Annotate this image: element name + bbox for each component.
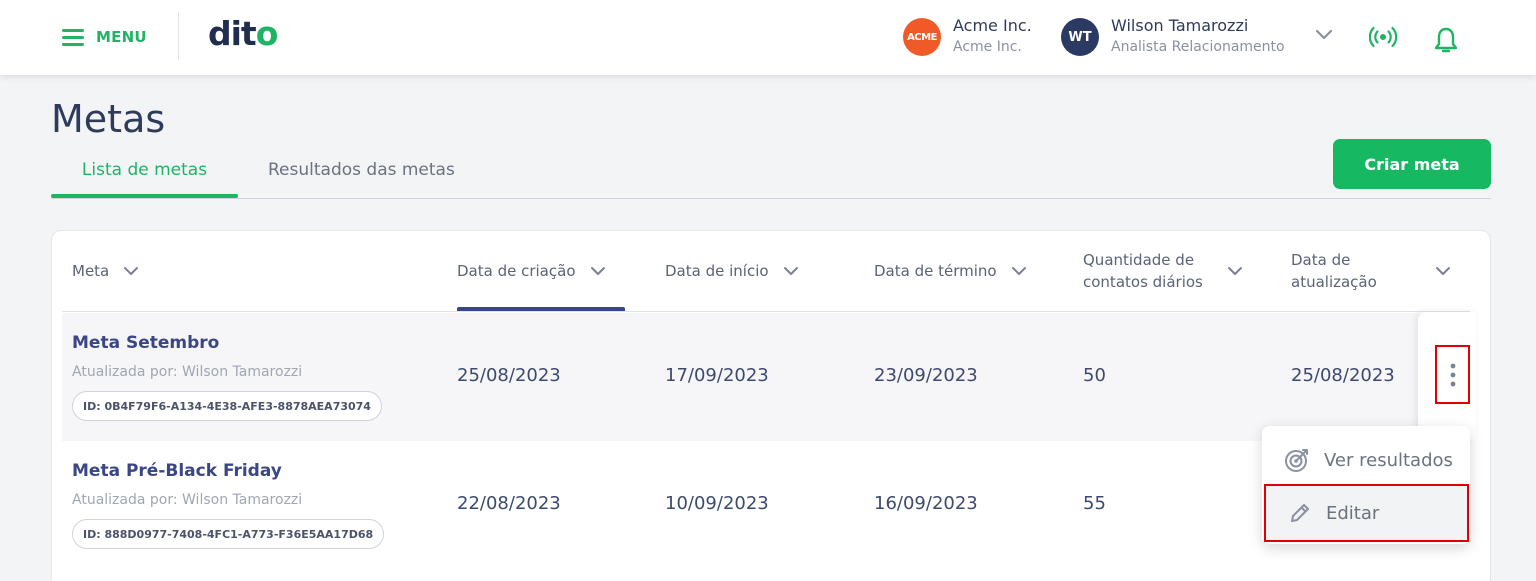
table-header-divider [62,311,1470,312]
cell-end-date: 16/09/2023 [874,493,978,514]
goal-id-chip: ID: 0B4F79F6-A134-4E38-AFE3-8878AEA73074 [72,391,382,421]
cell-start-date: 10/09/2023 [665,493,769,514]
cell-created-date: 22/08/2023 [457,493,561,514]
top-bar: MENU dito ACME Acme Inc. Acme Inc. WT Wi… [0,0,1536,75]
tab-resultados-das-metas[interactable]: Resultados das metas [268,160,455,180]
menu-item-editar[interactable]: Editar [1264,484,1469,542]
user-name: Wilson Tamarozzi [1111,16,1249,35]
menu-item-label: Ver resultados [1324,449,1453,471]
column-header-data-termino[interactable]: Data de término [874,231,1027,311]
chevron-down-icon [124,267,139,275]
header-divider [178,12,179,60]
company-switcher[interactable]: ACME Acme Inc. Acme Inc. [903,16,1032,58]
column-header-data-inicio[interactable]: Data de início [665,231,799,311]
broadcast-signal-icon[interactable] [1369,26,1397,48]
chevron-down-icon [783,267,798,275]
dito-logo[interactable]: dito [208,14,278,53]
target-icon [1285,449,1308,472]
cell-daily-contacts: 55 [1083,493,1106,514]
column-header-data-criacao[interactable]: Data de criação [457,231,606,311]
goal-id-chip: ID: 888D0977-7408-4FC1-A773-F36E5AA17D68 [72,519,385,549]
cell-start-date: 17/09/2023 [665,365,769,386]
pencil-icon [1291,504,1309,522]
page-title: Metas [51,97,166,141]
column-header-quantidade-contatos[interactable]: Quantidade de contatos diários [1083,231,1243,311]
company-sub: Acme Inc. [953,39,1022,55]
table-row[interactable]: Meta Pré-Black Friday Atualizada por: Wi… [62,441,1470,569]
user-role: Analista Relacionamento [1111,39,1285,55]
chevron-down-icon [1228,267,1242,275]
create-goal-button[interactable]: Criar meta [1333,139,1491,189]
chevron-down-icon [590,267,605,275]
bell-icon[interactable] [1433,26,1459,56]
tab-lista-de-metas[interactable]: Lista de metas [51,160,238,180]
hamburger-icon [62,29,84,46]
column-header-data-atualizacao[interactable]: Data de atualização [1291,231,1451,311]
cell-created-date: 25/08/2023 [457,365,561,386]
chevron-down-icon [1436,267,1450,275]
goal-updated-by: Atualizada por: Wilson Tamarozzi [72,364,303,380]
goal-name[interactable]: Meta Setembro [72,333,219,353]
user-menu[interactable]: WT Wilson Tamarozzi Analista Relacioname… [1061,16,1285,58]
more-options-button[interactable] [1435,345,1470,404]
goal-updated-by: Atualizada por: Wilson Tamarozzi [72,492,303,508]
cell-updated-date: 25/08/2023 [1291,365,1395,386]
table-row[interactable]: Meta Setembro Atualizada por: Wilson Tam… [62,313,1470,441]
menu-item-ver-resultados[interactable]: Ver resultados [1262,434,1470,486]
row-actions-panel [1418,312,1476,440]
kebab-menu-icon [1450,363,1455,386]
row-actions-dropdown: Ver resultados Editar [1262,426,1470,544]
user-avatar: WT [1061,18,1099,56]
menu-button[interactable]: MENU [62,24,147,50]
menu-label: MENU [96,28,147,46]
tabs-divider [51,198,1491,199]
menu-item-label: Editar [1326,502,1380,524]
company-avatar: ACME [903,18,941,56]
column-header-meta[interactable]: Meta [72,231,139,311]
cell-end-date: 23/09/2023 [874,365,978,386]
goal-name[interactable]: Meta Pré-Black Friday [72,461,282,481]
chevron-down-icon [1011,267,1026,275]
company-name: Acme Inc. [953,16,1032,35]
chevron-down-icon[interactable] [1314,28,1334,42]
cell-daily-contacts: 50 [1083,365,1106,386]
